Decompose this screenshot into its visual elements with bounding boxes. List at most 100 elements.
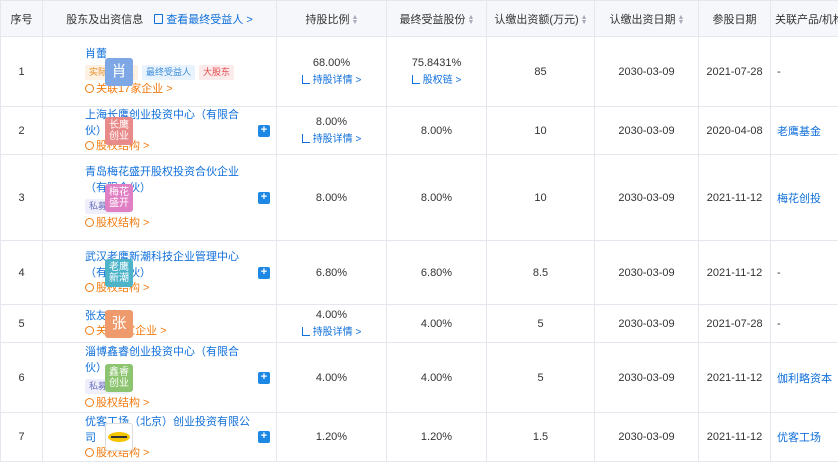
expand-plus-icon[interactable]: +	[258, 431, 270, 443]
col-final-ratio-label: 最终受益股份	[399, 13, 466, 26]
structure-icon	[85, 326, 94, 335]
structure-icon	[85, 283, 94, 292]
related-cell: -	[770, 36, 838, 107]
shareholder-avatar[interactable]: 张	[105, 309, 133, 338]
final-ratio-cell: 8.00%	[386, 106, 487, 155]
final-ratio-value: 6.80%	[420, 266, 453, 279]
subscribe-date-value: 2030-03-09	[594, 304, 699, 343]
equity-structure-link[interactable]: 股权结构 >	[85, 216, 254, 231]
subscribe-date-value: 2030-03-09	[594, 240, 699, 305]
shareholder-table: 序号 股东及出资信息 查看最终受益人 > 持股比例 ▲ ▼ 最终受益股份 ▲ ▼ 认缴出…	[0, 0, 838, 462]
structure-icon	[85, 141, 94, 150]
final-ratio-value: 1.20%	[420, 431, 453, 443]
tag-badge: 大股东	[199, 65, 235, 80]
final-ratio-cell: 75.8431% 股权链 >	[386, 36, 487, 107]
ratio-cell: 68.00% 持股详情 >	[276, 36, 387, 107]
sort-icon[interactable]: ▲ ▼	[678, 14, 685, 26]
expand-plus-icon[interactable]: +	[258, 124, 270, 137]
shareholder-avatar[interactable]: 老鹰新潮	[105, 258, 133, 287]
subscribed-value: 1.5	[486, 412, 595, 462]
company-logo-image	[108, 432, 130, 442]
chart-icon	[301, 75, 310, 84]
equity-chain-label: 股权链 >	[422, 75, 462, 86]
table-row: 5张张友灿关联2家企业 >4.00%持股详情 >4.00%52030-03-09…	[0, 304, 838, 343]
related-cell: 老鹰基金	[770, 106, 838, 155]
ratio-value: 68.00%	[312, 57, 351, 69]
final-ratio-value: 4.00%	[420, 317, 453, 330]
view-beneficiary-link[interactable]: 查看最终受益人 >	[154, 13, 253, 26]
company-logo[interactable]	[105, 423, 133, 451]
join-date-value: 2021-11-12	[698, 412, 771, 462]
col-subscribe-date[interactable]: 认缴出资日期 ▲ ▼	[594, 0, 699, 37]
col-subscribe-date-label: 认缴出资日期	[609, 13, 676, 26]
table-header-row: 序号 股东及出资信息 查看最终受益人 > 持股比例 ▲ ▼ 最终受益股份 ▲ ▼ 认缴出…	[0, 0, 838, 37]
subscribed-value: 5	[486, 304, 595, 343]
related-product-empty: -	[777, 266, 781, 279]
subscribe-date-value: 2030-03-09	[594, 106, 699, 155]
ratio-cell: 8.00% 持股详情 >	[276, 106, 387, 155]
row-index: 3	[0, 154, 43, 241]
shareholder-avatar[interactable]: 长鹰创业	[105, 116, 133, 145]
chain-icon	[411, 75, 420, 84]
holding-detail-link[interactable]: 持股详情 >	[277, 71, 386, 86]
equity-structure-link[interactable]: 股权结构 >	[85, 396, 254, 411]
ratio-value: 6.80%	[315, 266, 348, 279]
col-subscribed[interactable]: 认缴出资额(万元) ▲ ▼	[486, 0, 595, 37]
related-cell: -	[770, 304, 838, 343]
related-cell: 优客工场	[770, 412, 838, 462]
col-related: 关联产品/机构	[770, 0, 838, 37]
final-ratio-value: 8.00%	[420, 191, 453, 204]
sort-icon[interactable]: ▲ ▼	[352, 14, 359, 26]
table-row: 7 优客工场（北京）创业投资有限公司 股权结构 > + 1.20% 1.20% 1.5 203…	[0, 412, 838, 462]
shareholder-avatar[interactable]: 肖	[105, 57, 133, 86]
related-product-link[interactable]: 伽利略资本	[771, 373, 832, 385]
row-index: 6	[0, 342, 43, 413]
related-product-empty: -	[777, 65, 781, 78]
ratio-value: 8.00%	[315, 191, 348, 204]
ratio-cell: 6.80%	[276, 240, 387, 305]
related-product-link[interactable]: 梅花创投	[771, 193, 821, 205]
col-shareholder-label: 股东及出资信息	[66, 13, 144, 26]
ratio-value: 4.00%	[315, 371, 348, 384]
col-ratio[interactable]: 持股比例 ▲ ▼	[276, 0, 387, 37]
join-date-value: 2021-11-12	[698, 342, 771, 413]
col-ratio-label: 持股比例	[305, 13, 350, 26]
holding-detail-link[interactable]: 持股详情 >	[277, 323, 386, 338]
ratio-value: 1.20%	[315, 431, 348, 443]
final-ratio-cell: 4.00%	[386, 304, 487, 343]
subscribe-date-value: 2030-03-09	[594, 36, 699, 107]
shareholder-cell: 优客工场（北京）创业投资有限公司 股权结构 > +	[42, 412, 277, 462]
related-cell: 梅花创投	[770, 154, 838, 241]
holding-detail-label: 持股详情 >	[312, 327, 362, 338]
ratio-cell: 1.20%	[276, 412, 387, 462]
table-row: 1肖肖蕾实际控制人最终受益人大股东关联17家企业 > 68.00% 持股详情 > 75…	[0, 36, 838, 107]
holding-detail-link[interactable]: 持股详情 >	[277, 130, 386, 145]
expand-plus-icon[interactable]: +	[258, 266, 270, 279]
join-date-value: 2021-11-12	[698, 240, 771, 305]
shareholder-cell: 长鹰创业 上海长鹰创业投资中心（有限合伙） 股权结构 > +	[42, 106, 277, 155]
join-date-value: 2021-07-28	[698, 304, 771, 343]
related-cell: 伽利略资本	[770, 342, 838, 413]
tag-badge: 最终受益人	[142, 65, 196, 80]
equity-chain-link[interactable]: 股权链 >	[387, 71, 486, 86]
ratio-value: 4.00%	[315, 309, 348, 321]
related-product-link[interactable]: 优客工场	[771, 432, 821, 444]
shareholder-cell: 肖肖蕾实际控制人最终受益人大股东关联17家企业 >	[42, 36, 277, 107]
chart-icon	[301, 327, 310, 336]
structure-icon	[85, 398, 94, 407]
shareholder-avatar[interactable]: 鑫睿创业	[105, 363, 133, 392]
structure-icon	[85, 84, 94, 93]
sort-icon[interactable]: ▲ ▼	[581, 14, 588, 26]
subscribed-value: 5	[486, 342, 595, 413]
col-final-ratio[interactable]: 最终受益股份 ▲ ▼	[386, 0, 487, 37]
ratio-cell: 4.00% 持股详情 >	[276, 304, 387, 343]
shareholder-avatar[interactable]: 梅花盛开	[105, 183, 133, 212]
holding-detail-label: 持股详情 >	[312, 75, 362, 86]
expand-plus-icon[interactable]: +	[258, 371, 270, 384]
related-product-empty: -	[777, 317, 781, 330]
sort-icon[interactable]: ▲ ▼	[468, 14, 475, 26]
table-row: 4老鹰新潮武汉老鹰新潮科技企业管理中心（有限合伙）股权结构 >+ 6.80% 6.8…	[0, 240, 838, 305]
expand-plus-icon[interactable]: +	[258, 191, 270, 204]
related-product-link[interactable]: 老鹰基金	[771, 126, 821, 138]
col-join-date: 参股日期	[698, 0, 771, 37]
